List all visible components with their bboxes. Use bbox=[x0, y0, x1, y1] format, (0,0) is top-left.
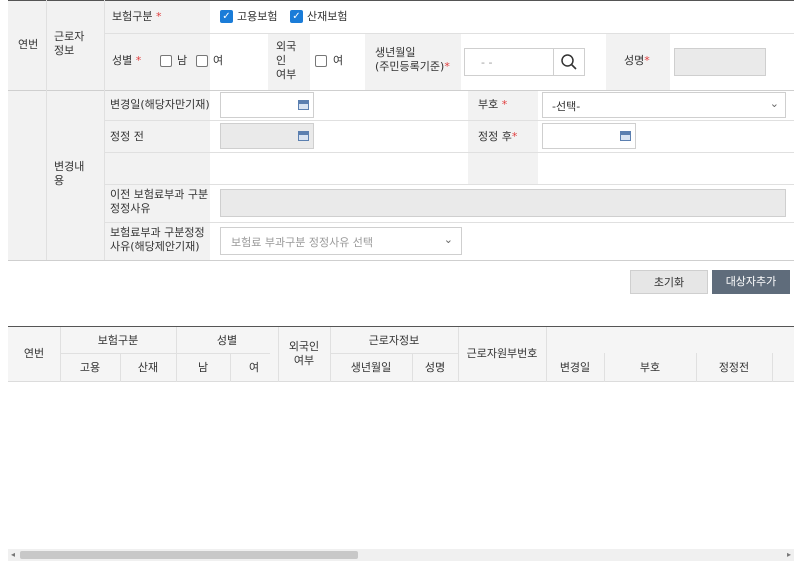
name-input[interactable] bbox=[674, 48, 766, 76]
grid-col-gender: 성별 bbox=[216, 334, 238, 347]
chevron-down-icon: ⌄ bbox=[443, 233, 453, 246]
sign-label: 부호 * bbox=[478, 98, 508, 111]
change-date-input[interactable] bbox=[220, 92, 314, 118]
grid-col-worker-no: 근로자원부번호 bbox=[466, 347, 538, 360]
prev-reason-label: 이전 보험료부과 구분 정정사유 bbox=[110, 188, 209, 215]
calendar-icon[interactable] bbox=[298, 100, 309, 110]
male-label: 남 bbox=[177, 54, 188, 67]
calendar-icon[interactable] bbox=[620, 131, 631, 141]
male-checkbox[interactable] bbox=[160, 55, 172, 67]
birthdate-placeholder: - - bbox=[481, 56, 493, 69]
grid-col-before-fix: 정정전 bbox=[718, 361, 750, 374]
after-fix-label: 정정 후* bbox=[478, 130, 518, 143]
reason-label: 보험료부과 구분정정 사유(해당제안기재) bbox=[110, 226, 205, 253]
female-label: 여 bbox=[213, 54, 224, 67]
grid-col-industrial: 산재 bbox=[137, 361, 159, 374]
industrial-insurance-checkbox[interactable]: ✓ bbox=[290, 10, 303, 23]
grid-col-female: 여 bbox=[248, 361, 260, 374]
birthdate-search-button[interactable] bbox=[553, 48, 585, 76]
reason-select-value: 보험료 부과구분 정정사유 선택 bbox=[231, 236, 374, 249]
change-date-label: 변경일(해당자만기재) bbox=[110, 98, 210, 111]
sign-select-value: -선택- bbox=[552, 100, 581, 113]
name-label: 성명* bbox=[624, 54, 650, 67]
scrollbar-thumb[interactable] bbox=[20, 551, 358, 559]
foreigner-yes-label: 여 bbox=[333, 54, 344, 67]
industrial-insurance-label: 산재보험 bbox=[307, 10, 348, 23]
female-checkbox[interactable] bbox=[196, 55, 208, 67]
horizontal-scrollbar[interactable]: ◂ ▸ bbox=[8, 549, 794, 561]
add-target-button[interactable]: 대상자추가 bbox=[712, 270, 790, 294]
birthdate-input[interactable]: - - bbox=[464, 48, 554, 76]
before-fix-date-input[interactable] bbox=[220, 123, 314, 149]
scroll-left-icon[interactable]: ◂ bbox=[11, 549, 15, 561]
chevron-down-icon: ⌄ bbox=[769, 97, 779, 110]
grid-col-foreigner: 외국인 여부 bbox=[288, 340, 320, 367]
grid-col-sign: 부호 bbox=[639, 361, 661, 374]
change-content-label: 변경내 용 bbox=[54, 160, 85, 187]
grid-col-worker-info: 근로자정보 bbox=[368, 334, 420, 347]
employment-insurance-label: 고용보험 bbox=[237, 10, 278, 23]
reset-button[interactable]: 초기화 bbox=[630, 270, 708, 294]
grid-col-employment: 고용 bbox=[79, 361, 101, 374]
grid-col-insurance-type: 보험구분 bbox=[97, 334, 139, 347]
row-no-label: 연번 bbox=[18, 38, 39, 51]
grid-col-row-no: 연번 bbox=[23, 347, 45, 360]
scroll-right-icon[interactable]: ▸ bbox=[787, 549, 791, 561]
before-fix-label: 정정 전 bbox=[110, 130, 144, 143]
calendar-icon[interactable] bbox=[298, 131, 309, 141]
gender-label: 성별 * bbox=[112, 54, 142, 67]
foreigner-yes-checkbox[interactable] bbox=[315, 55, 327, 67]
after-fix-date-input[interactable] bbox=[542, 123, 636, 149]
sign-select[interactable]: -선택- ⌄ bbox=[542, 92, 786, 118]
birthdate-label: 생년월일 (주민등록기준)* bbox=[375, 46, 450, 73]
search-icon bbox=[561, 54, 577, 70]
grid-col-name: 성명 bbox=[424, 361, 446, 374]
grid-col-birthdate: 생년월일 bbox=[350, 361, 392, 374]
reason-select[interactable]: 보험료 부과구분 정정사유 선택 ⌄ bbox=[220, 227, 462, 255]
insurance-type-label: 보험구분 * bbox=[112, 10, 162, 23]
prev-reason-input[interactable] bbox=[220, 189, 786, 217]
employment-insurance-checkbox[interactable]: ✓ bbox=[220, 10, 233, 23]
grid-col-male: 남 bbox=[197, 361, 209, 374]
grid-col-change-date: 변경일 bbox=[559, 361, 591, 374]
foreigner-label: 외국 인 여부 bbox=[276, 40, 297, 81]
worker-info-label: 근로자 정보 bbox=[54, 30, 85, 57]
